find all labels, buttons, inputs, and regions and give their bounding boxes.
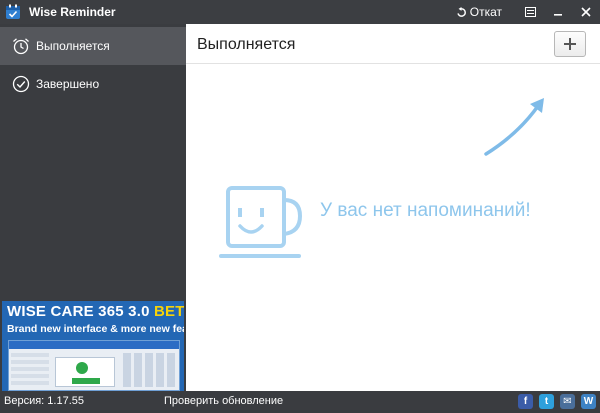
menu-button[interactable] (516, 0, 544, 24)
empty-state-message: У вас нет напоминаний! (320, 200, 531, 221)
status-bar: Версия: 1.17.55 Проверить обновление f t… (0, 391, 600, 413)
wise-care-ad-banner[interactable]: WISE CARE 365 3.0 BETA Brand new interfa… (2, 301, 184, 391)
hint-arrow-icon (484, 98, 544, 156)
ad-subtitle: Brand new interface & more new features (7, 323, 184, 335)
facebook-icon[interactable]: f (518, 394, 533, 409)
sidebar-item-completed[interactable]: Завершено (0, 65, 186, 103)
minimize-icon (554, 14, 562, 16)
check-circle-icon (12, 75, 30, 93)
close-icon (581, 7, 591, 17)
app-logo-icon (6, 4, 20, 19)
social-links: f t ✉ W (512, 394, 596, 409)
rollback-label: Откат (469, 5, 502, 19)
ad-title: WISE CARE 365 3.0 BETA (7, 303, 184, 320)
wise-icon[interactable]: W (581, 394, 596, 409)
alarm-clock-icon (13, 38, 29, 55)
main-header: Выполняется (186, 24, 600, 64)
ad-screenshot-image (8, 340, 180, 391)
minimize-button[interactable] (544, 0, 572, 24)
sidebar-item-label: Выполняется (36, 39, 110, 53)
ad-title-beta: BETA (154, 303, 184, 320)
version-label: Версия: 1.17.55 (4, 395, 84, 407)
app-title: Wise Reminder (29, 5, 116, 19)
sidebar-item-label: Завершено (36, 77, 100, 91)
main-panel: Выполняется У вас нет напоминаний! (186, 24, 600, 391)
close-button[interactable] (572, 0, 600, 24)
add-reminder-button[interactable] (554, 31, 586, 57)
menu-icon (524, 7, 536, 17)
rollback-button[interactable]: Откат (456, 5, 502, 19)
title-bar: Wise Reminder Откат (0, 0, 600, 24)
undo-icon (457, 6, 466, 17)
sidebar-item-in-progress[interactable]: Выполняется (0, 27, 186, 65)
ad-title-main: WISE CARE 365 3.0 (7, 303, 154, 320)
twitter-icon[interactable]: t (539, 394, 554, 409)
check-update-link[interactable]: Проверить обновление (164, 395, 283, 407)
smiling-cup-icon (219, 186, 303, 258)
plus-icon (564, 38, 576, 50)
email-icon[interactable]: ✉ (560, 394, 575, 409)
page-title: Выполняется (197, 36, 296, 53)
